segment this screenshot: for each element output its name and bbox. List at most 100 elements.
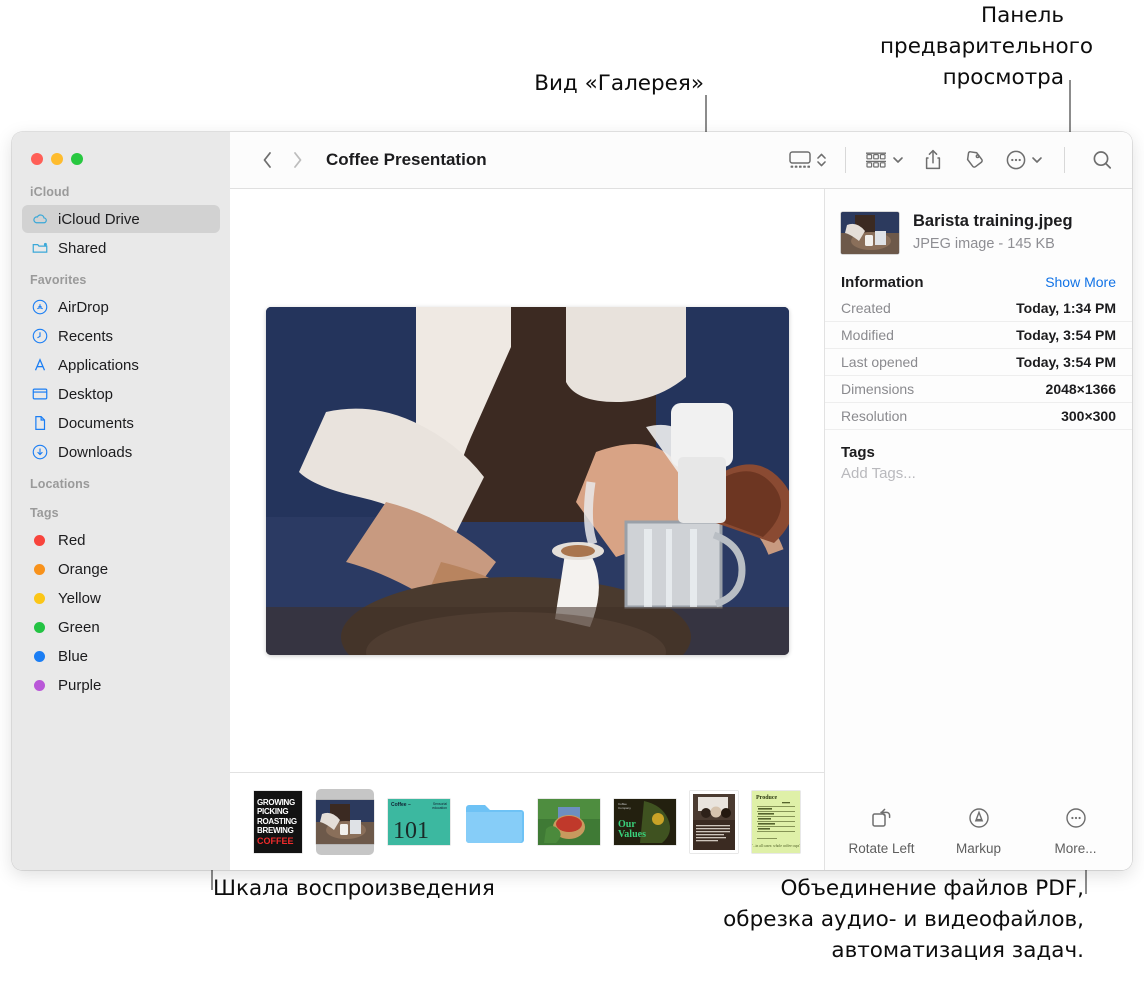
finder-window: iCloud iCloud Drive Shared Favorites Air… (12, 132, 1132, 870)
more-button[interactable]: More... (1027, 806, 1124, 856)
sidebar-section-icloud: iCloud (30, 185, 70, 199)
group-by-button[interactable] (854, 149, 913, 171)
hero-preview-image[interactable] (265, 306, 789, 655)
close-button[interactable] (31, 153, 43, 165)
add-tags-field[interactable]: Add Tags... (825, 463, 1132, 482)
sidebar-item-tag-green[interactable]: Green (22, 613, 220, 641)
chevron-down-icon (1032, 157, 1042, 163)
share-button[interactable] (913, 148, 953, 172)
info-key: Created (841, 300, 891, 316)
window-controls (12, 140, 230, 175)
annotation-preview-panel: Панель предварительного просмотра (880, 3, 1094, 90)
toolbar-divider-2 (1064, 147, 1065, 173)
preview-thumbnail (841, 211, 899, 254)
sidebar-item-label: Downloads (58, 443, 133, 461)
sidebar-item-tag-yellow[interactable]: Yellow (22, 584, 220, 612)
sidebar-item-label: Yellow (58, 589, 101, 607)
markup-icon (966, 806, 992, 835)
chevron-right-icon[interactable] (282, 150, 312, 170)
filmstrip-scrubber[interactable]: GROWING PICKING ROASTING BREWING COFFEE Cof… (230, 772, 824, 870)
sidebar-item-airdrop[interactable]: AirDrop (22, 293, 220, 321)
sidebar-item-icloud-drive[interactable]: iCloud Drive (22, 205, 220, 233)
sidebar-item-label: Purple (58, 676, 102, 694)
list-item[interactable]: Produce "...in all cases: whole coffee c… (752, 790, 800, 853)
info-key: Modified (841, 327, 894, 343)
list-item[interactable] (464, 791, 524, 853)
page-title: Coffee Presentation (326, 150, 487, 169)
sidebar-item-applications[interactable]: Applications (22, 351, 220, 379)
annotation-gallery-view: Вид «Галерея» (534, 71, 704, 96)
rotate-left-button[interactable]: Rotate Left (833, 806, 930, 856)
sidebar-item-label: Applications (58, 356, 139, 374)
table-row: Dimensions 2048×1366 (825, 376, 1132, 403)
sidebar-item-label: Blue (58, 647, 89, 665)
our-values-thumb[interactable]: Our Values Coffee Company (614, 798, 676, 845)
desktop-icon (30, 385, 49, 404)
coffee-poster-thumb[interactable]: GROWING PICKING ROASTING BREWING COFFEE (254, 790, 302, 853)
list-item-selected[interactable] (316, 788, 374, 855)
table-row: Modified Today, 3:54 PM (825, 322, 1132, 349)
downloads-icon (30, 443, 49, 462)
info-value: Today, 3:54 PM (1016, 354, 1116, 370)
table-row: Created Today, 1:34 PM (825, 295, 1132, 322)
list-item[interactable]: GROWING PICKING ROASTING BREWING COFFEE (254, 790, 302, 853)
tag-dot-icon (30, 676, 49, 695)
info-value: Today, 1:34 PM (1016, 300, 1116, 316)
meeting-doc-thumb[interactable] (690, 790, 738, 853)
sidebar-item-tag-blue[interactable]: Blue (22, 642, 220, 670)
preview-actions: Rotate Left Markup More... (825, 806, 1132, 870)
maximize-button[interactable] (71, 153, 83, 165)
tags-title: Tags (841, 444, 875, 461)
search-button[interactable] (1081, 148, 1116, 172)
show-more-link[interactable]: Show More (1045, 274, 1116, 290)
sidebar-section-tags: Tags (30, 506, 59, 520)
sidebar-item-desktop[interactable]: Desktop (22, 380, 220, 408)
gallery-stage (230, 189, 824, 772)
info-key: Dimensions (841, 381, 915, 397)
chevron-down-icon (893, 157, 903, 163)
icloud-icon (30, 210, 49, 229)
more-actions-button[interactable] (995, 148, 1052, 172)
document-icon (30, 414, 49, 433)
coffee-101-thumb[interactable]: Coffee – Sensorial education 101 (388, 798, 450, 845)
gallery-view-button[interactable] (779, 149, 837, 171)
info-key: Last opened (841, 354, 919, 370)
tag-dot-icon (30, 618, 49, 637)
sidebar-item-shared[interactable]: Shared (22, 234, 220, 262)
minimize-button[interactable] (51, 153, 63, 165)
produce-list-thumb[interactable]: Produce "...in all cases: whole coffee c… (752, 790, 800, 853)
list-item[interactable] (538, 791, 600, 853)
main-area: Coffee Presentation GROWING PICKING ROAS… (230, 132, 1132, 870)
sidebar-section-favorites: Favorites (30, 273, 87, 287)
sidebar-item-tag-orange[interactable]: Orange (22, 555, 220, 583)
list-item[interactable] (690, 790, 738, 853)
sidebar-item-tag-purple[interactable]: Purple (22, 671, 220, 699)
table-row: Resolution 300×300 (825, 403, 1132, 430)
list-item[interactable]: Our Values Coffee Company (614, 791, 676, 853)
rotate-left-icon (869, 806, 895, 835)
sidebar-item-recents[interactable]: Recents (22, 322, 220, 350)
sidebar: iCloud iCloud Drive Shared Favorites Air… (12, 132, 230, 870)
sidebar-item-documents[interactable]: Documents (22, 409, 220, 437)
sidebar-item-tag-red[interactable]: Red (22, 526, 220, 554)
sidebar-section-locations: Locations (30, 477, 90, 491)
sidebar-item-label: Desktop (58, 385, 114, 403)
folder-thumb[interactable] (464, 798, 524, 846)
tag-button[interactable] (953, 148, 995, 172)
chevron-left-icon[interactable] (252, 150, 282, 170)
cherry-harvest-thumb[interactable] (538, 798, 600, 845)
sidebar-item-label: Orange (58, 560, 109, 578)
annotation-scrubber: Шкала воспроизведения (213, 876, 495, 901)
action-label: Rotate Left (848, 841, 915, 856)
tag-dot-icon (30, 647, 49, 666)
barista-training-thumb[interactable] (316, 799, 374, 844)
preview-file-name: Barista training.jpeg (913, 212, 1073, 230)
sidebar-item-label: Red (58, 531, 86, 549)
list-item[interactable]: Coffee – Sensorial education 101 (388, 791, 450, 853)
markup-button[interactable]: Markup (930, 806, 1027, 856)
ellipsis-circle-icon (1063, 806, 1089, 835)
preview-panel: Barista training.jpeg JPEG image - 145 K… (824, 189, 1132, 870)
tag-dot-icon (30, 560, 49, 579)
sidebar-item-downloads[interactable]: Downloads (22, 438, 220, 466)
toolbar-divider (845, 147, 846, 173)
